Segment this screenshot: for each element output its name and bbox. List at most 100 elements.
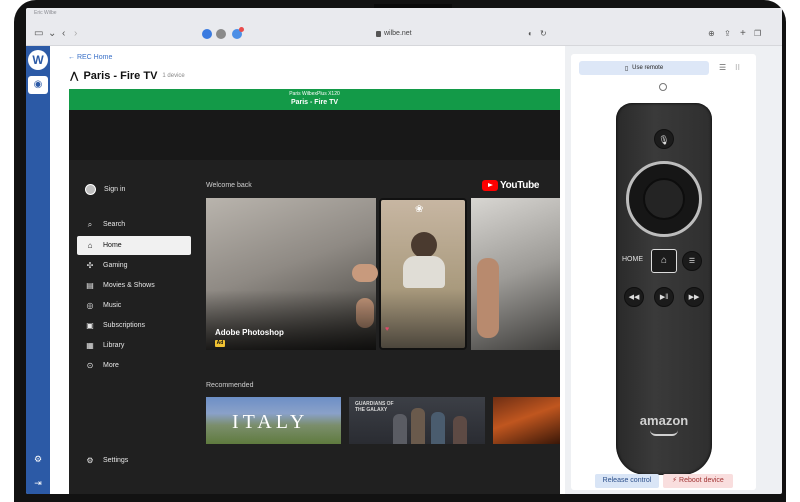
sign-in-label: Sign in xyxy=(104,186,126,193)
logout-icon[interactable]: ⇥ xyxy=(26,478,50,489)
grid-list-icon[interactable]: ⁝⁝ xyxy=(735,63,740,72)
fire-tv-remote: 🎙 HOME ⌂ ☰ ◀◀ ▶‖ ▶▶ amazon xyxy=(616,103,712,475)
gear-icon[interactable]: ⚙ xyxy=(26,454,50,465)
lock-icon xyxy=(376,30,381,37)
music-icon: ◎ xyxy=(86,301,94,310)
led-indicator xyxy=(659,83,667,91)
sidebar-toggle-icon[interactable]: ▭ xyxy=(34,29,43,39)
nav-item-movies[interactable]: ▤ Movies & Shows xyxy=(77,276,191,295)
play-pause-button[interactable]: ▶‖ xyxy=(654,287,674,307)
power-icon: ⚡ xyxy=(672,477,678,484)
select-button[interactable] xyxy=(643,178,685,220)
use-remote-tab[interactable]: ▯ Use remote xyxy=(579,61,709,75)
nav-item-more[interactable]: ⊙ More xyxy=(77,356,191,375)
amazon-logo: amazon xyxy=(639,413,689,428)
italy-title: ITALY xyxy=(232,411,309,433)
nav-label: Movies & Shows xyxy=(103,282,155,289)
new-tab-icon[interactable]: + xyxy=(740,29,746,39)
extension-badge-icon[interactable] xyxy=(232,27,244,39)
fast-forward-button[interactable]: ▶▶ xyxy=(684,287,704,307)
nav-item-home[interactable]: ⌂ Home xyxy=(77,236,191,255)
tab-label[interactable]: Eric Wilbe xyxy=(34,10,57,16)
nav-item-music[interactable]: ◎ Music xyxy=(77,296,191,315)
featured-card-right[interactable] xyxy=(471,198,560,350)
character-image xyxy=(431,412,445,444)
card-gradient xyxy=(206,290,376,350)
subscriptions-icon: ▣ xyxy=(86,321,94,330)
dpad-ring[interactable] xyxy=(626,161,702,237)
reboot-label: Reboot device xyxy=(679,477,724,484)
screen: Eric Wilbe ▭ ⌄ ‹ › wilbe.net ◐ ↻ ⊕ ⇪ + ❐… xyxy=(26,8,782,494)
hand-image xyxy=(352,264,378,282)
browser-toolbar: Eric Wilbe ▭ ⌄ ‹ › wilbe.net ◐ ↻ ⊕ ⇪ + ❐ xyxy=(26,8,782,46)
device-banner: Paris WilbexPlus X120 Paris - Fire TV xyxy=(69,89,560,110)
back-arrow-icon[interactable]: ‹ xyxy=(62,29,65,39)
nav-item-search[interactable]: ⌕ Search xyxy=(77,215,191,234)
address-bar[interactable]: wilbe.net xyxy=(376,30,412,37)
person-image xyxy=(411,232,437,258)
chevron-down-icon[interactable]: ⌄ xyxy=(48,29,56,39)
recommended-card-italy[interactable]: ITALY xyxy=(206,397,341,444)
home-icon: ⌂ xyxy=(660,255,668,266)
youtube-wordmark: YouTube xyxy=(500,180,540,191)
wilbe-logo[interactable]: W xyxy=(28,50,48,70)
featured-title: Adobe Photoshop xyxy=(215,328,284,337)
character-image xyxy=(411,408,425,444)
nav-label: Library xyxy=(103,342,125,349)
main-panel: ← REC Home ⋀ Paris - Fire TV 1 device Pa… xyxy=(50,46,565,494)
youtube-play-icon xyxy=(482,180,498,191)
welcome-heading: Welcome back xyxy=(206,182,252,189)
character-image xyxy=(393,414,407,444)
heart-icon: ♥ xyxy=(385,326,390,333)
home-button[interactable]: ⌂ xyxy=(651,249,677,273)
settings-item[interactable]: ⚙ Settings xyxy=(85,456,128,465)
extension-icon[interactable] xyxy=(202,29,212,39)
youtube-sidebar: Sign in ⌕ Search ⌂ Home ✣ Gaming ▤ Movie… xyxy=(69,160,194,460)
nav-label: Subscriptions xyxy=(103,322,146,329)
url-text: wilbe.net xyxy=(384,30,412,37)
list-icon[interactable]: ☰ xyxy=(719,63,726,72)
remote-icon: ▯ xyxy=(624,65,629,72)
back-link[interactable]: ← REC Home xyxy=(68,54,112,61)
hand-image xyxy=(477,258,499,338)
shield-icon[interactable] xyxy=(216,29,226,39)
lotus-icon: ❀ xyxy=(415,204,424,215)
share-icon[interactable]: ⇪ xyxy=(724,29,731,39)
microphone-button[interactable]: 🎙 xyxy=(654,129,674,149)
nav-label: Music xyxy=(103,302,122,309)
download-icon[interactable]: ⊕ xyxy=(708,29,715,39)
home-label[interactable]: HOME xyxy=(622,256,643,263)
library-icon: ▦ xyxy=(86,341,94,350)
release-control-button[interactable]: Release control xyxy=(595,474,659,488)
avatar-icon xyxy=(85,184,96,195)
film-icon: ▤ xyxy=(86,281,94,290)
menu-button[interactable]: ☰ xyxy=(682,251,702,271)
more-icon: ⊙ xyxy=(86,361,94,370)
use-remote-label: Use remote xyxy=(632,65,664,71)
tabs-overview-icon[interactable]: ❐ xyxy=(754,29,761,39)
amazon-smile-icon xyxy=(650,430,678,436)
nav-label: Gaming xyxy=(103,262,128,269)
reload-icon[interactable]: ↻ xyxy=(540,29,547,39)
nav-item-library[interactable]: ▦ Library xyxy=(77,336,191,355)
phone-image: ❀ ♥ xyxy=(379,198,467,350)
translate-icon[interactable]: ◐ xyxy=(528,29,533,39)
character-image xyxy=(453,416,467,444)
youtube-logo: YouTube xyxy=(482,180,540,191)
home-icon: ⌂ xyxy=(87,241,93,250)
eye-icon[interactable]: ◉ xyxy=(28,76,48,94)
sign-in-item[interactable]: Sign in xyxy=(77,180,191,199)
ad-badge: Ad xyxy=(215,340,225,347)
reboot-device-button[interactable]: ⚡ Reboot device xyxy=(663,474,733,488)
forward-arrow-icon[interactable]: › xyxy=(74,29,77,39)
nav-item-gaming[interactable]: ✣ Gaming xyxy=(77,256,191,275)
recommended-card-fire[interactable] xyxy=(493,397,560,444)
tv-screen[interactable]: Sign in ⌕ Search ⌂ Home ✣ Gaming ▤ Movie… xyxy=(69,110,560,494)
recommended-card-galaxy[interactable]: GUARDIANS OF THE GALAXY xyxy=(349,397,485,444)
tv-top-area xyxy=(69,110,560,160)
banner-small-text: Paris WilbexPlus X120 xyxy=(289,91,340,97)
rewind-button[interactable]: ◀◀ xyxy=(624,287,644,307)
banner-main-text: Paris - Fire TV xyxy=(290,99,339,106)
nav-item-subscriptions[interactable]: ▣ Subscriptions xyxy=(77,316,191,335)
fire-tv-icon: ⋀ xyxy=(70,70,79,82)
